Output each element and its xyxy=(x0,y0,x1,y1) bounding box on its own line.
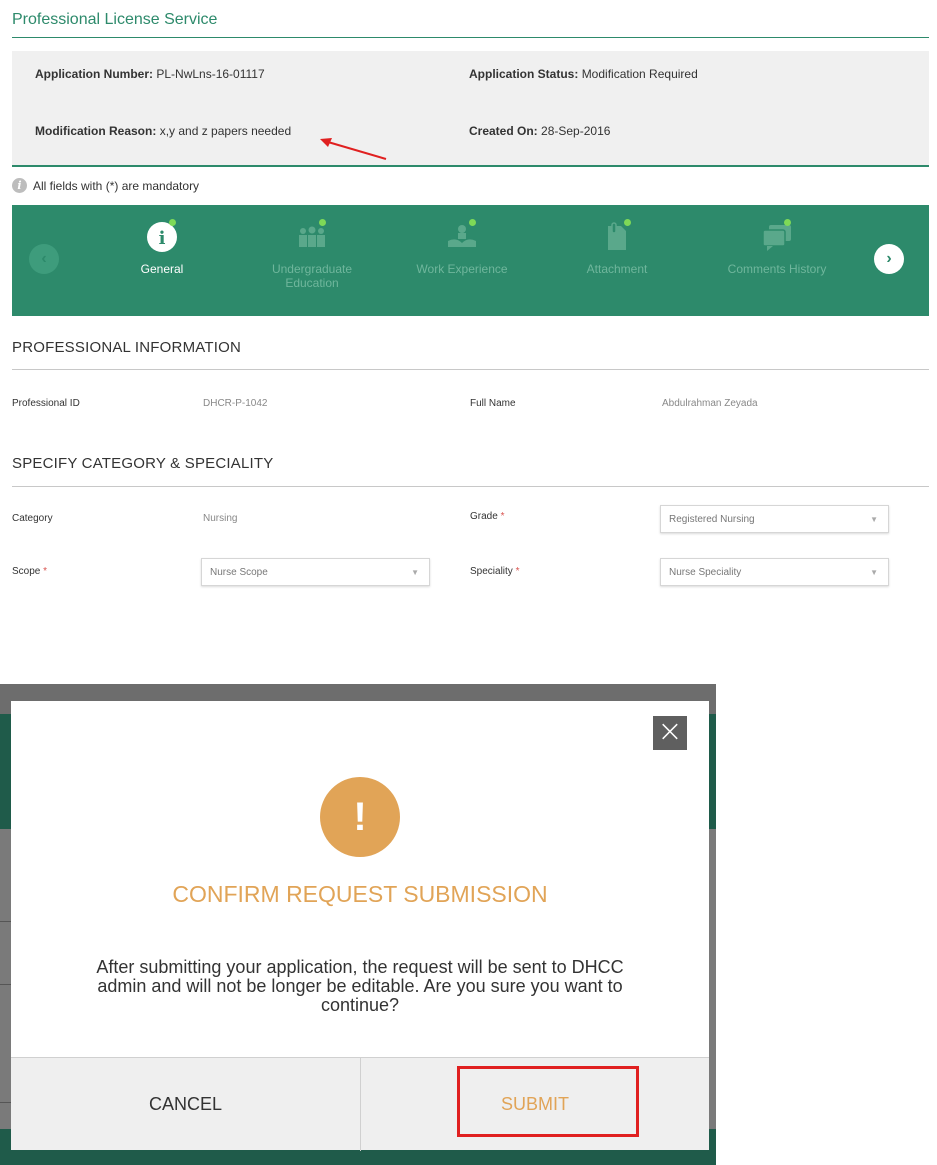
created-on-label: Created On: xyxy=(469,124,538,138)
application-summary: Application Number: PL-NwLns-16-01117 Ap… xyxy=(12,51,929,167)
previous-step-button[interactable]: ‹ xyxy=(29,244,59,274)
step-label: Attachment xyxy=(586,262,648,276)
application-number: Application Number: PL-NwLns-16-01117 xyxy=(35,67,265,81)
full-name-label: Full Name xyxy=(470,398,516,409)
scope-label: Scope * xyxy=(12,566,47,577)
section-divider xyxy=(12,369,929,370)
dialog-message: After submitting your application, the r… xyxy=(96,957,624,1015)
speciality-label-text: Speciality xyxy=(470,566,513,577)
wizard-steps-bar: ‹ i General Undergraduate Education Work… xyxy=(12,205,929,316)
created-on-value: 28-Sep-2016 xyxy=(541,124,611,138)
cancel-button[interactable]: CANCEL xyxy=(11,1058,360,1151)
next-step-button[interactable]: › xyxy=(874,244,904,274)
document-icon xyxy=(597,217,637,257)
grade-label-text: Grade xyxy=(470,511,498,522)
step-label: Work Experience xyxy=(416,262,508,276)
red-arrow-annotation xyxy=(320,138,387,160)
submit-highlight-annotation xyxy=(457,1066,639,1137)
speciality-select-value: Nurse Speciality xyxy=(669,566,742,578)
full-name-value: Abdulrahman Zeyada xyxy=(662,398,758,409)
application-number-value: PL-NwLns-16-01117 xyxy=(156,67,265,81)
application-number-label: Application Number: xyxy=(35,67,154,81)
step-label: Comments History xyxy=(727,262,827,276)
grade-select[interactable]: Registered Nursing ▼ xyxy=(660,505,889,533)
professional-id-label: Professional ID xyxy=(12,398,80,409)
step-undergraduate-education[interactable]: Undergraduate Education xyxy=(252,217,372,290)
scope-select-value: Nurse Scope xyxy=(210,566,268,578)
section-divider xyxy=(12,486,929,487)
required-mark: * xyxy=(500,511,505,522)
close-icon[interactable]: × xyxy=(653,716,687,750)
created-on: Created On: 28-Sep-2016 xyxy=(469,124,610,138)
modification-reason-value: x,y and z papers needed xyxy=(159,124,292,138)
step-work-experience[interactable]: Work Experience xyxy=(402,217,522,276)
required-mark: * xyxy=(43,566,48,577)
status-dot xyxy=(624,219,631,226)
application-status-label: Application Status: xyxy=(469,67,579,81)
page-title: Professional License Service xyxy=(12,11,218,28)
status-dot xyxy=(469,219,476,226)
chevron-down-icon: ▼ xyxy=(870,515,878,524)
step-general[interactable]: i General xyxy=(102,217,222,276)
required-mark: * xyxy=(515,566,520,577)
mandatory-note: i All fields with (*) are mandatory xyxy=(12,178,199,193)
speciality-label: Speciality * xyxy=(470,566,520,577)
dialog-title: CONFIRM REQUEST SUBMISSION xyxy=(172,881,548,907)
category-label: Category xyxy=(12,513,53,524)
status-dot xyxy=(319,219,326,226)
chevron-down-icon: ▼ xyxy=(411,568,419,577)
modification-reason-label: Modification Reason: xyxy=(35,124,157,138)
people-icon xyxy=(292,217,332,257)
professional-information-heading: PROFESSIONAL INFORMATION xyxy=(12,339,241,356)
modification-reason: Modification Reason: x,y and z papers ne… xyxy=(35,124,291,138)
grade-label: Grade * xyxy=(470,511,504,522)
application-status-value: Modification Required xyxy=(581,67,698,81)
title-divider xyxy=(12,37,929,38)
step-label: Undergraduate Education xyxy=(271,262,353,290)
category-value: Nursing xyxy=(203,513,238,524)
step-label: General xyxy=(140,262,184,276)
professional-id-value: DHCR-P-1042 xyxy=(203,398,268,409)
info-icon: i xyxy=(142,217,182,257)
grade-select-value: Registered Nursing xyxy=(669,513,755,525)
application-status: Application Status: Modification Require… xyxy=(469,67,698,81)
warning-icon: ! xyxy=(320,777,400,857)
status-dot xyxy=(784,219,791,226)
comments-icon xyxy=(757,217,797,257)
scope-label-text: Scope xyxy=(12,566,41,577)
speciality-select[interactable]: Nurse Speciality ▼ xyxy=(660,558,889,586)
scope-select[interactable]: Nurse Scope ▼ xyxy=(201,558,430,586)
mandatory-note-text: All fields with (*) are mandatory xyxy=(33,178,200,193)
info-icon: i xyxy=(12,178,27,193)
chevron-down-icon: ▼ xyxy=(870,568,878,577)
svg-text:i: i xyxy=(159,228,166,249)
hands-icon xyxy=(442,217,482,257)
step-comments-history[interactable]: Comments History xyxy=(717,217,837,276)
status-dot xyxy=(169,219,176,226)
category-speciality-heading: SPECIFY CATEGORY & SPECIALITY xyxy=(12,455,274,472)
step-attachment[interactable]: Attachment xyxy=(557,217,677,276)
